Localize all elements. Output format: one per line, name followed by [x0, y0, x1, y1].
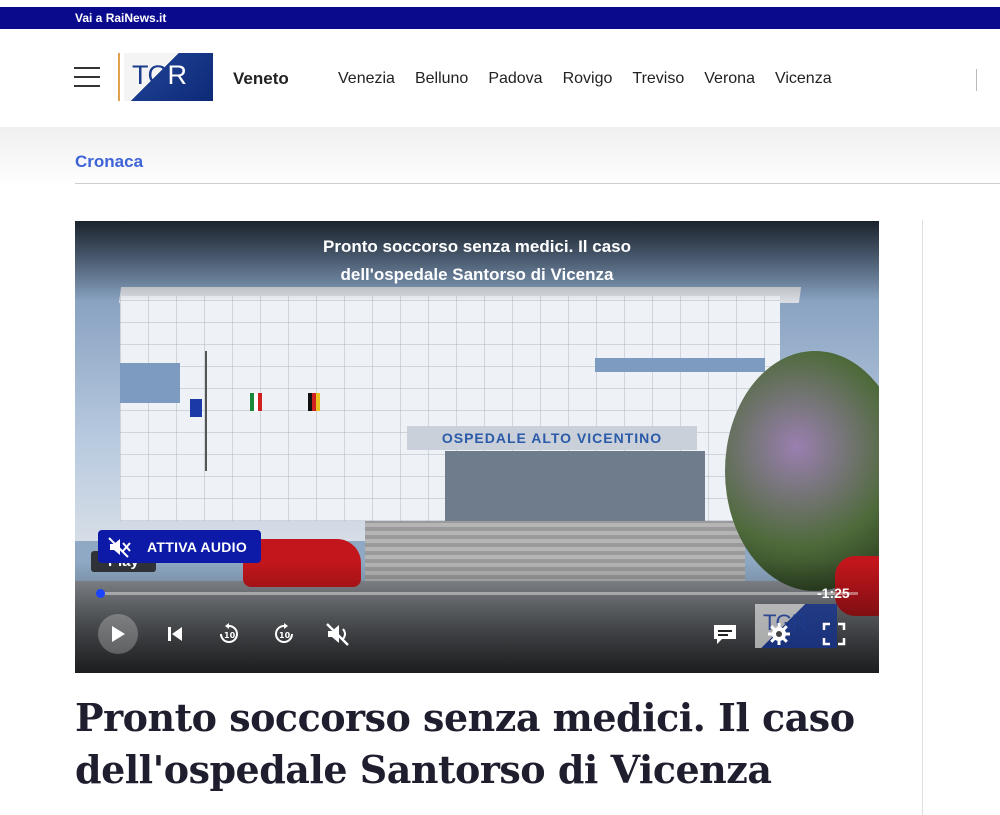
muted-speaker-icon	[108, 536, 132, 558]
progress-knob[interactable]	[96, 589, 105, 598]
rainews-link[interactable]: Vai a RaiNews.it	[75, 11, 166, 25]
logo-text-suffix: R	[167, 60, 187, 90]
fullscreen-button[interactable]	[819, 616, 849, 652]
logo-text-prefix: TG	[132, 60, 168, 90]
header-divider	[976, 69, 977, 91]
top-strip: Vai a RaiNews.it	[0, 7, 1000, 29]
svg-text:10: 10	[224, 631, 236, 640]
rewind-10-button[interactable]: 10	[215, 616, 243, 652]
section-divider	[75, 183, 1000, 184]
subtitles-button[interactable]	[711, 616, 739, 652]
video-frame-entrance	[445, 451, 705, 526]
settings-button[interactable]	[765, 616, 793, 652]
nav-item-vicenza[interactable]: Vicenza	[775, 70, 832, 88]
activate-audio-label: ATTIVA AUDIO	[147, 539, 248, 555]
progress-bar[interactable]	[96, 589, 858, 598]
skip-back-button[interactable]	[163, 616, 187, 652]
article-headline: Pronto soccorso senza medici. Il caso de…	[75, 695, 855, 792]
remaining-time: -1:25	[817, 585, 850, 601]
nav-item-padova[interactable]: Padova	[488, 70, 542, 88]
nav-item-treviso[interactable]: Treviso	[632, 70, 684, 88]
sidebar-divider	[922, 220, 923, 815]
video-frame-pole	[205, 351, 207, 471]
video-frame-window	[595, 358, 765, 372]
nav-item-venezia[interactable]: Venezia	[338, 70, 395, 88]
video-overlay-title-line1: Pronto soccorso senza medici. Il caso	[323, 237, 631, 256]
tgr-logo[interactable]: TGR	[124, 53, 213, 101]
activate-audio-button[interactable]: ATTIVA AUDIO	[98, 530, 261, 563]
city-nav: Venezia Belluno Padova Rovigo Treviso Ve…	[338, 70, 852, 88]
mute-button[interactable]	[323, 616, 353, 652]
skip-back-icon	[166, 625, 184, 643]
video-overlay-title: Pronto soccorso senza medici. Il caso de…	[75, 233, 879, 289]
fullscreen-icon	[822, 622, 846, 646]
section-link-cronaca[interactable]: Cronaca	[75, 152, 143, 172]
site-header: TGR Veneto Venezia Belluno Padova Rovigo…	[0, 29, 1000, 127]
menu-icon[interactable]	[74, 67, 100, 89]
region-title[interactable]: Veneto	[233, 69, 289, 89]
nav-item-verona[interactable]: Verona	[704, 70, 755, 88]
mute-icon	[325, 622, 351, 646]
logo-accent-line	[118, 53, 120, 101]
play-button[interactable]	[98, 614, 138, 654]
nav-item-rovigo[interactable]: Rovigo	[563, 70, 613, 88]
forward-10-icon: 10	[273, 623, 295, 645]
subtitles-icon	[713, 623, 737, 645]
video-overlay-title-line2: dell'ospedale Santorso di Vicenza	[340, 265, 614, 284]
video-frame-flag	[190, 399, 202, 417]
video-frame-hospital-sign: OSPEDALE ALTO VICENTINO	[407, 426, 697, 450]
video-frame-window	[120, 363, 180, 403]
video-frame-flag	[308, 393, 320, 411]
forward-10-button[interactable]: 10	[270, 616, 298, 652]
video-frame-flag	[250, 393, 262, 411]
video-player[interactable]: OSPEDALE ALTO VICENTINO Pronto soccorso …	[75, 221, 879, 673]
play-icon	[110, 625, 126, 643]
rewind-10-icon: 10	[218, 623, 240, 645]
settings-gear-icon	[767, 622, 791, 646]
svg-text:10: 10	[279, 631, 291, 640]
section-band	[0, 127, 1000, 187]
nav-item-belluno[interactable]: Belluno	[415, 70, 468, 88]
